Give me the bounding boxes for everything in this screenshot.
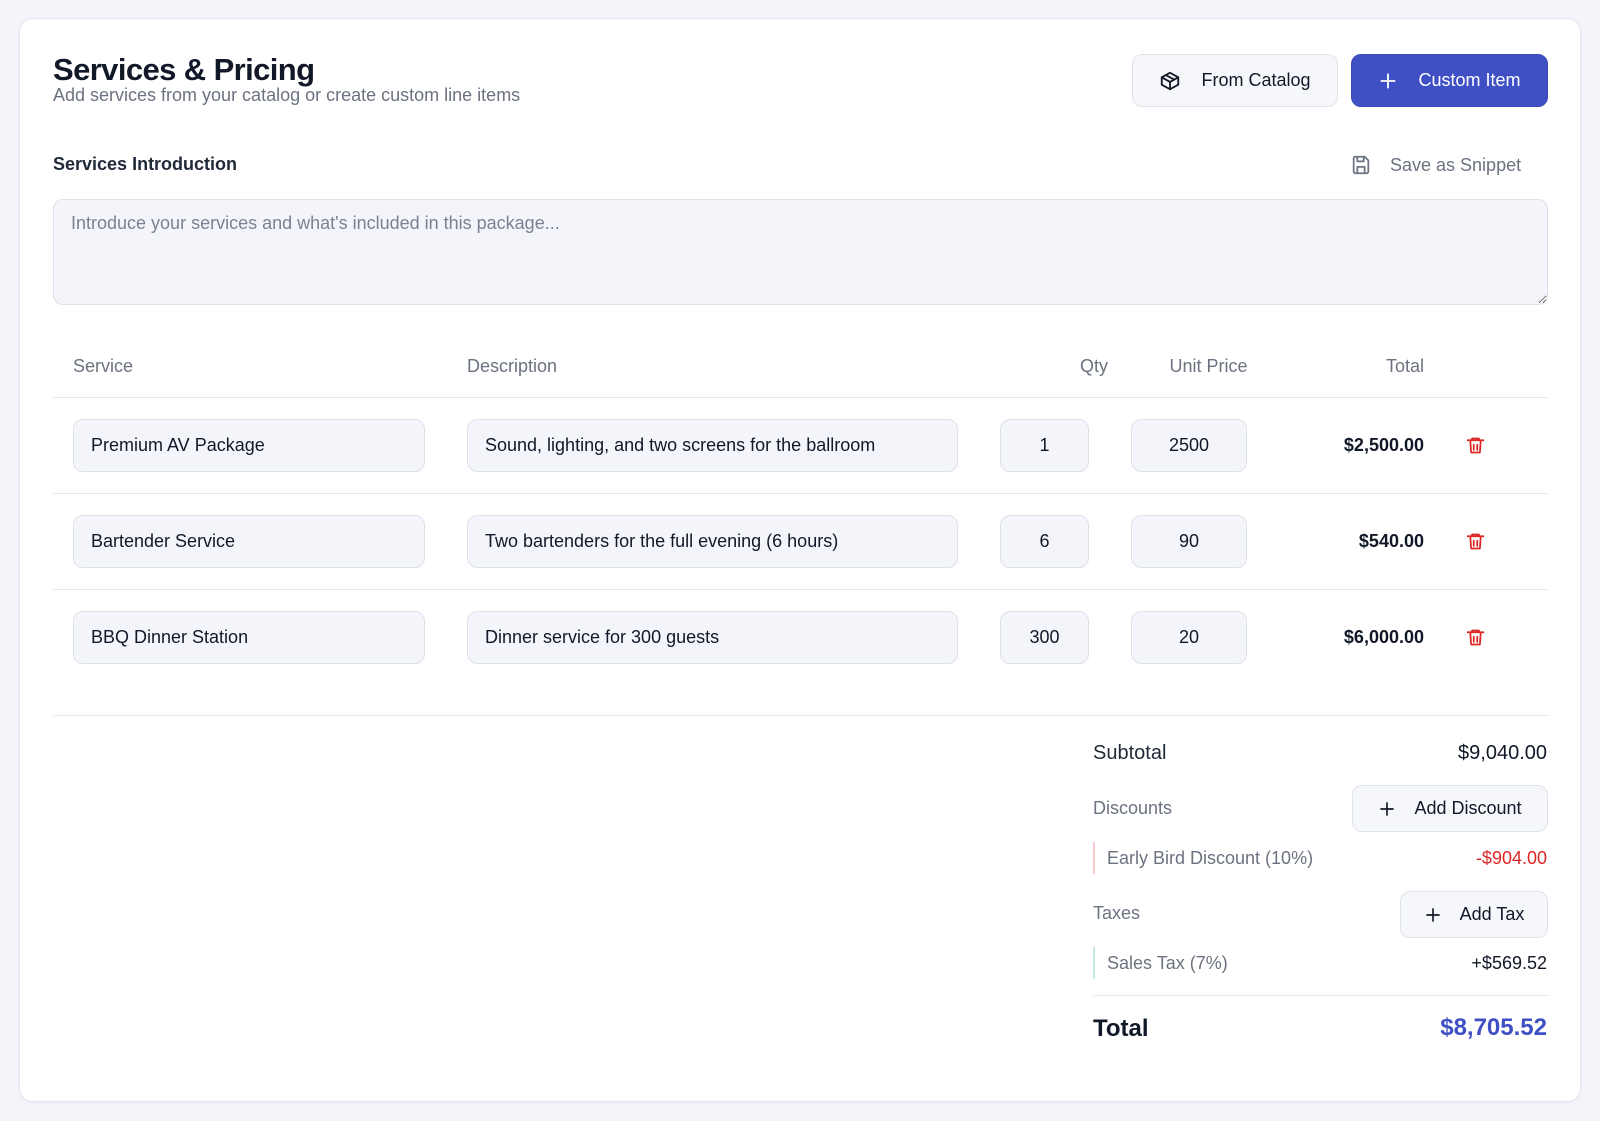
tax-item-value: +$569.52	[1471, 953, 1547, 973]
add-tax-label: Add Tax	[1459, 904, 1525, 924]
subtotal-label: Subtotal	[1093, 742, 1167, 764]
service-description-input[interactable]	[467, 515, 958, 568]
subtotal-value: $9,040.00	[1458, 742, 1547, 764]
page-title: Services & Pricing	[53, 52, 315, 87]
tax-item-label: Sales Tax (7%)	[1107, 952, 1228, 973]
total-divider	[1093, 995, 1548, 996]
custom-item-label: Custom Item	[1418, 70, 1521, 90]
qty-input[interactable]	[1000, 419, 1089, 472]
from-catalog-label: From Catalog	[1201, 70, 1311, 90]
save-as-snippet-button[interactable]: Save as Snippet	[1350, 148, 1521, 182]
add-tax-button[interactable]: Add Tax	[1400, 891, 1548, 938]
discounts-label: Discounts	[1093, 798, 1173, 818]
services-intro-label: Services Introduction	[53, 154, 238, 174]
discount-item-label: Early Bird Discount (10%)	[1107, 847, 1314, 868]
add-discount-button[interactable]: Add Discount	[1352, 785, 1548, 832]
qty-input[interactable]	[1000, 611, 1089, 664]
row-divider	[53, 589, 1548, 590]
service-name-input[interactable]	[73, 515, 425, 568]
delete-row-button[interactable]	[1461, 623, 1489, 651]
plus-icon	[1378, 800, 1396, 818]
unit-price-input[interactable]	[1131, 611, 1247, 664]
save-as-snippet-label: Save as Snippet	[1390, 154, 1522, 175]
services-pricing-card: Services & Pricing Add services from you…	[19, 18, 1581, 1102]
table-header-divider	[53, 397, 1548, 398]
summary-divider	[53, 715, 1548, 716]
delete-row-button[interactable]	[1461, 527, 1489, 555]
unit-price-input[interactable]	[1131, 419, 1247, 472]
row-divider	[53, 493, 1548, 494]
column-header-unit-price: Unit Price	[1169, 356, 1248, 376]
custom-item-button[interactable]: Custom Item	[1351, 54, 1548, 107]
total-label: Total	[1093, 1015, 1149, 1042]
trash-icon	[1466, 533, 1484, 549]
column-header-description: Description	[467, 356, 558, 376]
delete-row-button[interactable]	[1461, 431, 1489, 459]
column-header-service: Service	[73, 356, 134, 376]
plus-icon	[1378, 71, 1398, 91]
tax-item: Sales Tax (7%)	[1093, 947, 1228, 979]
service-name-input[interactable]	[73, 419, 425, 472]
unit-price-input[interactable]	[1131, 515, 1247, 568]
discount-item-value: -$904.00	[1475, 848, 1547, 868]
page-subtitle: Add services from your catalog or create…	[53, 85, 521, 105]
total-value: $8,705.52	[1440, 1014, 1547, 1041]
row-total: $540.00	[1358, 531, 1424, 551]
row-total: $2,500.00	[1343, 435, 1424, 455]
save-icon	[1350, 154, 1372, 176]
trash-icon	[1466, 629, 1484, 645]
package-icon	[1159, 70, 1181, 92]
service-name-input[interactable]	[73, 611, 425, 664]
column-header-total: Total	[1385, 356, 1424, 376]
service-description-input[interactable]	[467, 419, 958, 472]
trash-icon	[1466, 437, 1484, 453]
services-intro-textarea[interactable]	[53, 199, 1548, 305]
add-discount-label: Add Discount	[1414, 798, 1522, 818]
qty-input[interactable]	[1000, 515, 1089, 568]
plus-icon	[1424, 906, 1442, 924]
discount-item: Early Bird Discount (10%)	[1093, 842, 1313, 874]
service-description-input[interactable]	[467, 611, 958, 664]
column-header-qty: Qty	[1079, 356, 1108, 376]
taxes-label: Taxes	[1093, 903, 1141, 923]
row-total: $6,000.00	[1343, 627, 1424, 647]
from-catalog-button[interactable]: From Catalog	[1132, 54, 1338, 107]
